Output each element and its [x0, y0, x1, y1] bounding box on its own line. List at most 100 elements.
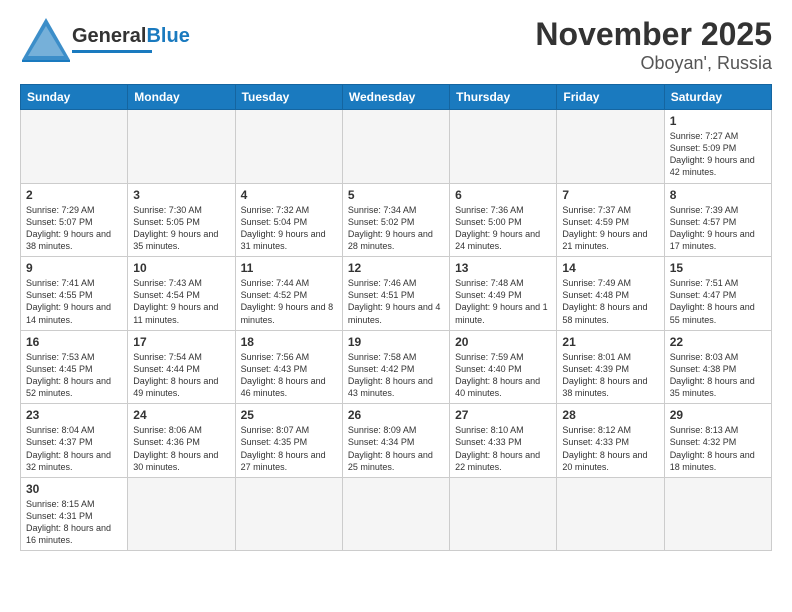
table-row: 10 Sunrise: 7:43 AMSunset: 4:54 PMDayligh…: [128, 257, 235, 331]
logo-general: General: [72, 25, 146, 47]
table-row: 9Sunrise: 7:41 AMSunset: 4:55 PMDaylight…: [21, 257, 128, 331]
table-row: [450, 477, 557, 551]
day-number: 3: [133, 188, 229, 202]
table-row: 15 Sunrise: 7:51 AMSunset: 4:47 PMDayligh…: [664, 257, 771, 331]
day-info: Sunrise: 8:15 AMSunset: 4:31 PMDaylight:…: [26, 498, 122, 547]
table-row: 7Sunrise: 7:37 AMSunset: 4:59 PMDaylight…: [557, 183, 664, 257]
calendar-header-row: Sunday Monday Tuesday Wednesday Thursday…: [21, 85, 772, 110]
day-info: Sunrise: 7:41 AMSunset: 4:55 PMDaylight:…: [26, 277, 122, 326]
day-info: Sunrise: 7:32 AMSunset: 5:04 PMDaylight:…: [241, 204, 337, 253]
table-row: 19Sunrise: 7:58 AMSunset: 4:42 PMDayligh…: [342, 330, 449, 404]
table-row: 3 Sunrise: 7:30 AMSunset: 5:05 PMDaylight…: [128, 183, 235, 257]
table-row: 13 Sunrise: 7:48 AMSunset: 4:49 PMDayligh…: [450, 257, 557, 331]
table-row: 12 Sunrise: 7:46 AMSunset: 4:51 PMDayligh…: [342, 257, 449, 331]
table-row: [342, 110, 449, 184]
day-number: 15: [670, 261, 766, 275]
table-row: 20 Sunrise: 7:59 AMSunset: 4:40 PMDayligh…: [450, 330, 557, 404]
col-wednesday: Wednesday: [342, 85, 449, 110]
table-row: [557, 477, 664, 551]
col-thursday: Thursday: [450, 85, 557, 110]
day-number: 8: [670, 188, 766, 202]
calendar-week-row: 23Sunrise: 8:04 AMSunset: 4:37 PMDayligh…: [21, 404, 772, 478]
day-number: 1: [670, 114, 766, 128]
day-number: 28: [562, 408, 658, 422]
logo: GeneralBlue: [20, 16, 190, 62]
page: GeneralBlue November 2025 Oboyan', Russi…: [0, 0, 792, 561]
day-number: 24: [133, 408, 229, 422]
day-info: Sunrise: 7:48 AMSunset: 4:49 PMDaylight:…: [455, 277, 551, 326]
day-number: 11: [241, 261, 337, 275]
day-info: Sunrise: 7:36 AMSunset: 5:00 PMDaylight:…: [455, 204, 551, 253]
table-row: 27 Sunrise: 8:10 AMSunset: 4:33 PMDayligh…: [450, 404, 557, 478]
calendar-table: Sunday Monday Tuesday Wednesday Thursday…: [20, 84, 772, 551]
table-row: 29 Sunrise: 8:13 AMSunset: 4:32 PMDayligh…: [664, 404, 771, 478]
day-info: Sunrise: 7:30 AMSunset: 5:05 PMDaylight:…: [133, 204, 229, 253]
day-info: Sunrise: 8:03 AMSunset: 4:38 PMDaylight:…: [670, 351, 766, 400]
col-sunday: Sunday: [21, 85, 128, 110]
day-info: Sunrise: 7:58 AMSunset: 4:42 PMDaylight:…: [348, 351, 444, 400]
table-row: 6 Sunrise: 7:36 AMSunset: 5:00 PMDaylight…: [450, 183, 557, 257]
day-info: Sunrise: 8:10 AMSunset: 4:33 PMDaylight:…: [455, 424, 551, 473]
day-info: Sunrise: 8:13 AMSunset: 4:32 PMDaylight:…: [670, 424, 766, 473]
calendar-week-row: 30Sunrise: 8:15 AMSunset: 4:31 PMDayligh…: [21, 477, 772, 551]
day-info: Sunrise: 7:51 AMSunset: 4:47 PMDaylight:…: [670, 277, 766, 326]
table-row: 30Sunrise: 8:15 AMSunset: 4:31 PMDayligh…: [21, 477, 128, 551]
table-row: 22 Sunrise: 8:03 AMSunset: 4:38 PMDayligh…: [664, 330, 771, 404]
day-info: Sunrise: 7:44 AMSunset: 4:52 PMDaylight:…: [241, 277, 337, 326]
day-number: 22: [670, 335, 766, 349]
day-number: 2: [26, 188, 122, 202]
day-info: Sunrise: 7:59 AMSunset: 4:40 PMDaylight:…: [455, 351, 551, 400]
table-row: [21, 110, 128, 184]
day-info: Sunrise: 7:46 AMSunset: 4:51 PMDaylight:…: [348, 277, 444, 326]
table-row: 24 Sunrise: 8:06 AMSunset: 4:36 PMDayligh…: [128, 404, 235, 478]
table-row: [128, 477, 235, 551]
day-number: 25: [241, 408, 337, 422]
calendar-subtitle: Oboyan', Russia: [535, 53, 772, 74]
day-number: 21: [562, 335, 658, 349]
day-number: 23: [26, 408, 122, 422]
day-number: 10: [133, 261, 229, 275]
day-number: 29: [670, 408, 766, 422]
day-number: 6: [455, 188, 551, 202]
col-monday: Monday: [128, 85, 235, 110]
table-row: [450, 110, 557, 184]
day-info: Sunrise: 7:27 AMSunset: 5:09 PMDaylight:…: [670, 130, 766, 179]
logo-underline: [72, 50, 152, 53]
day-number: 14: [562, 261, 658, 275]
table-row: 2Sunrise: 7:29 AMSunset: 5:07 PMDaylight…: [21, 183, 128, 257]
table-row: 28 Sunrise: 8:12 AMSunset: 4:33 PMDayligh…: [557, 404, 664, 478]
day-info: Sunrise: 7:43 AMSunset: 4:54 PMDaylight:…: [133, 277, 229, 326]
day-number: 12: [348, 261, 444, 275]
table-row: 26Sunrise: 8:09 AMSunset: 4:34 PMDayligh…: [342, 404, 449, 478]
table-row: 11 Sunrise: 7:44 AMSunset: 4:52 PMDayligh…: [235, 257, 342, 331]
day-info: Sunrise: 8:06 AMSunset: 4:36 PMDaylight:…: [133, 424, 229, 473]
logo-icon: [20, 16, 72, 62]
day-number: 16: [26, 335, 122, 349]
calendar-title: November 2025: [535, 16, 772, 53]
table-row: [557, 110, 664, 184]
table-row: 14Sunrise: 7:49 AMSunset: 4:48 PMDayligh…: [557, 257, 664, 331]
day-number: 13: [455, 261, 551, 275]
day-info: Sunrise: 8:12 AMSunset: 4:33 PMDaylight:…: [562, 424, 658, 473]
day-info: Sunrise: 7:37 AMSunset: 4:59 PMDaylight:…: [562, 204, 658, 253]
table-row: [235, 477, 342, 551]
col-saturday: Saturday: [664, 85, 771, 110]
day-info: Sunrise: 7:54 AMSunset: 4:44 PMDaylight:…: [133, 351, 229, 400]
calendar-week-row: 16Sunrise: 7:53 AMSunset: 4:45 PMDayligh…: [21, 330, 772, 404]
table-row: 8Sunrise: 7:39 AMSunset: 4:57 PMDaylight…: [664, 183, 771, 257]
table-row: 25 Sunrise: 8:07 AMSunset: 4:35 PMDayligh…: [235, 404, 342, 478]
table-row: [235, 110, 342, 184]
logo-blue: Blue: [146, 25, 189, 47]
day-number: 4: [241, 188, 337, 202]
day-number: 20: [455, 335, 551, 349]
calendar-week-row: 9Sunrise: 7:41 AMSunset: 4:55 PMDaylight…: [21, 257, 772, 331]
table-row: 1 Sunrise: 7:27 AMSunset: 5:09 PMDaylight…: [664, 110, 771, 184]
day-info: Sunrise: 8:01 AMSunset: 4:39 PMDaylight:…: [562, 351, 658, 400]
day-info: Sunrise: 7:56 AMSunset: 4:43 PMDaylight:…: [241, 351, 337, 400]
col-tuesday: Tuesday: [235, 85, 342, 110]
day-number: 27: [455, 408, 551, 422]
day-info: Sunrise: 7:34 AMSunset: 5:02 PMDaylight:…: [348, 204, 444, 253]
logo-text-area: GeneralBlue: [72, 25, 190, 53]
day-info: Sunrise: 8:07 AMSunset: 4:35 PMDaylight:…: [241, 424, 337, 473]
calendar-week-row: 2Sunrise: 7:29 AMSunset: 5:07 PMDaylight…: [21, 183, 772, 257]
